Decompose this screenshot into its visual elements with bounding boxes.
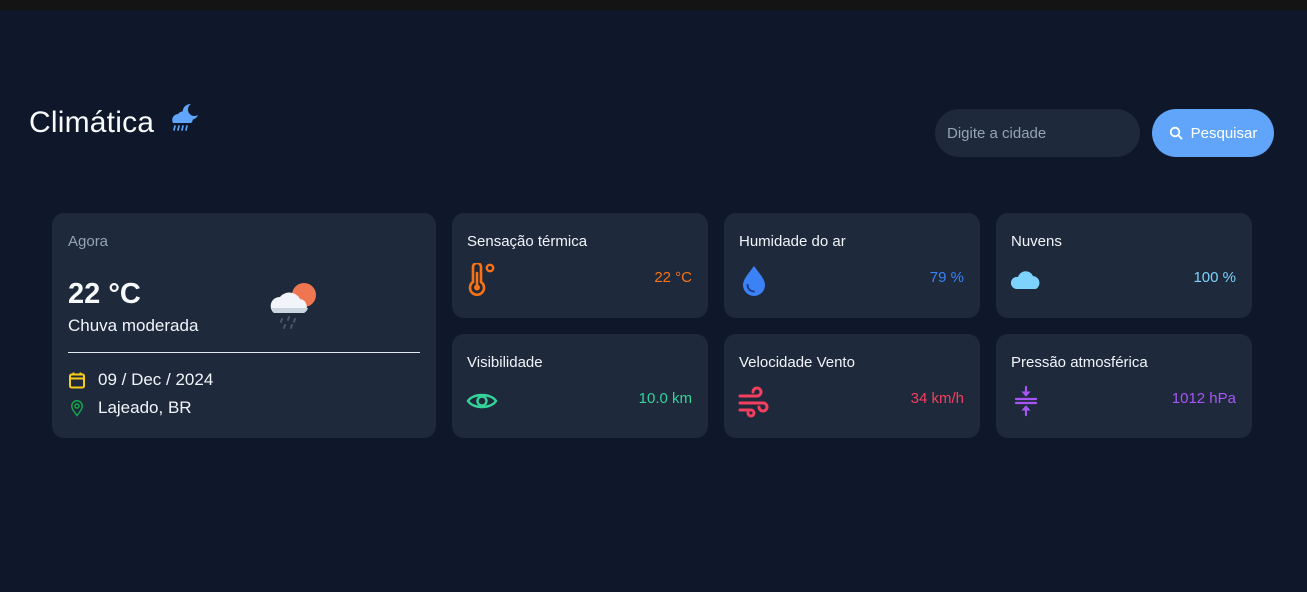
stat-value: 34 km/h: [910, 390, 964, 407]
current-location: Lajeado, BR: [98, 398, 192, 417]
stat-card-visibility: Visibilidade 10.0 km: [452, 334, 708, 438]
stat-title: Pressão atmosférica: [1011, 354, 1148, 371]
stat-value: 1012 hPa: [1171, 390, 1236, 407]
stat-card-clouds: Nuvens 100 %: [996, 213, 1252, 318]
search-button-label: Pesquisar: [1190, 124, 1258, 142]
wind-icon: [738, 386, 769, 418]
cloud-moon-rain-icon: [172, 103, 199, 131]
stat-card-feels-like: Sensação térmica 22 °C: [452, 213, 708, 318]
current-temperature: 22 °C: [68, 278, 141, 310]
weather-condition: Chuva moderada: [68, 316, 199, 335]
app-title: Climática: [29, 106, 155, 139]
current-weather-card: Agora 22 °C Chuva moderada 09 / Dec / 20…: [52, 213, 436, 438]
stat-value: 22 °C: [654, 269, 692, 286]
current-date: 09 / Dec / 2024: [98, 370, 214, 389]
stat-card-pressure: Pressão atmosférica 1012 hPa: [996, 334, 1252, 438]
search-input[interactable]: [935, 109, 1140, 157]
divider: [68, 352, 420, 353]
stat-card-wind: Velocidade Vento 34 km/h: [724, 334, 980, 438]
calendar-icon: [69, 372, 85, 389]
stat-value: 79 %: [929, 269, 964, 286]
stat-title: Humidade do ar: [739, 233, 846, 250]
stat-title: Velocidade Vento: [739, 354, 855, 371]
now-label: Agora: [68, 233, 109, 250]
stat-value: 10.0 km: [638, 390, 692, 407]
stat-title: Nuvens: [1011, 233, 1062, 250]
stat-title: Sensação térmica: [467, 233, 588, 250]
date-row: 09 / Dec / 2024: [68, 370, 213, 390]
stat-title: Visibilidade: [467, 354, 543, 371]
thermometer-icon: [468, 263, 495, 296]
map-pin-icon: [71, 400, 83, 417]
droplet-icon: [743, 266, 765, 296]
search-icon: [1169, 126, 1183, 140]
app-header: Climática: [29, 103, 200, 140]
eye-icon: [466, 393, 498, 409]
cloud-sun-rain-icon: [270, 283, 316, 329]
cloud-icon: [1010, 271, 1040, 289]
stat-card-humidity: Humidade do ar 79 %: [724, 213, 980, 318]
compress-icon: [1014, 385, 1038, 417]
location-row: Lajeado, BR: [68, 398, 192, 418]
stat-value: 100 %: [1193, 269, 1236, 286]
window-top-bar: [0, 0, 1307, 10]
search-button[interactable]: Pesquisar: [1152, 109, 1274, 157]
